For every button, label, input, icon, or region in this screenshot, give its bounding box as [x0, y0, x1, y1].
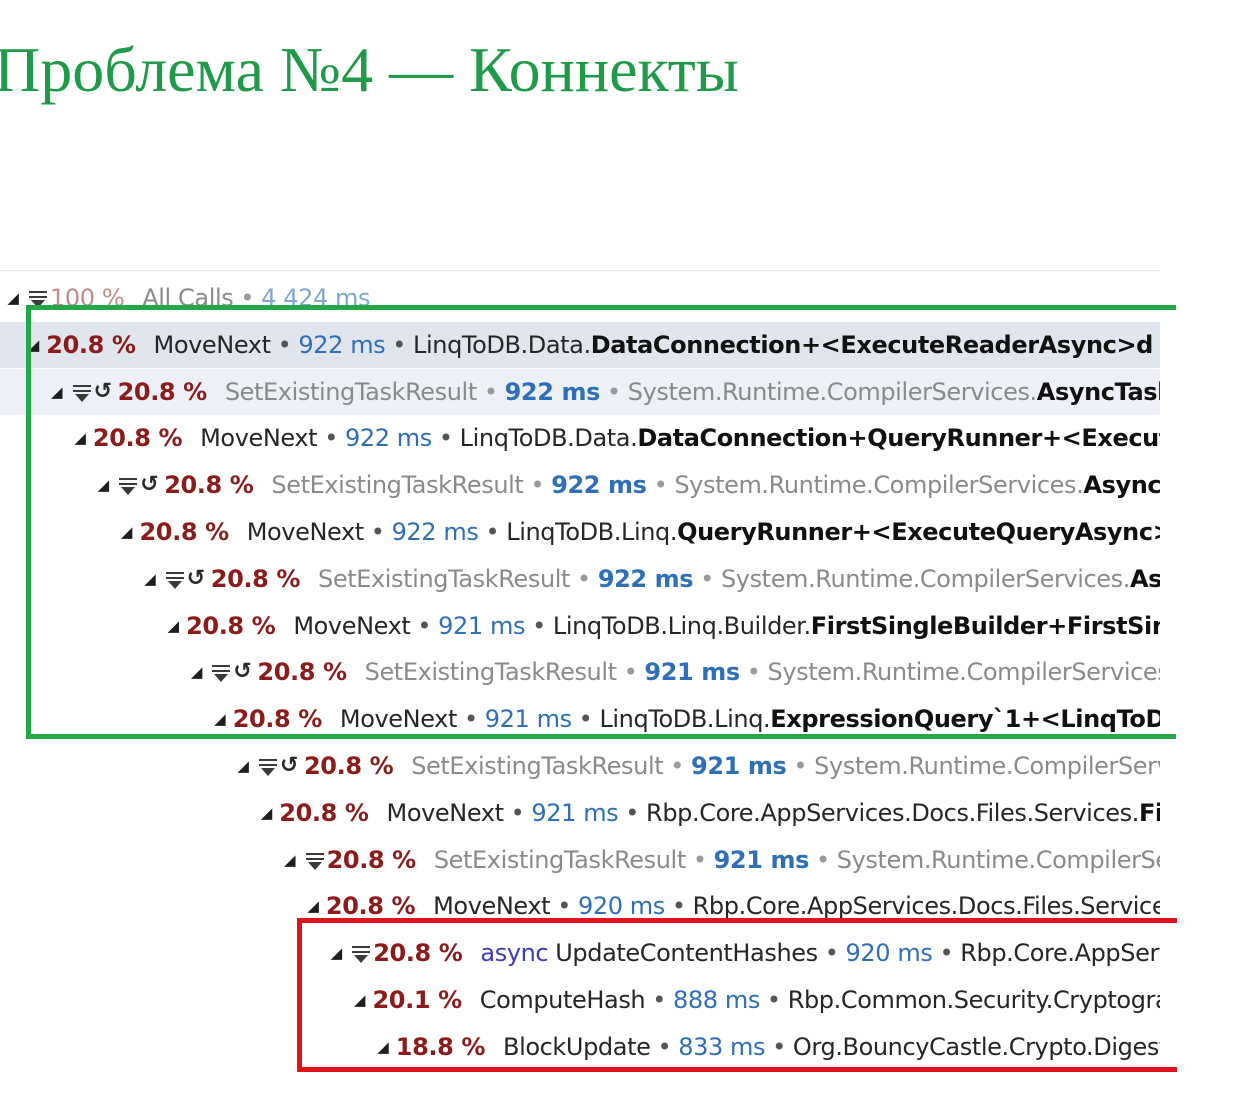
- call-tree-row[interactable]: ◢ ↺ 20.8 % SetExistingTaskResult • 921 ms • Sys…: [0, 743, 1160, 789]
- separator-dot: •: [625, 798, 640, 827]
- separator-dot: •: [793, 752, 808, 780]
- percent-value: 20.8 %: [326, 845, 417, 874]
- expand-toggle-icon[interactable]: ◢: [277, 837, 303, 883]
- expand-toggle-icon[interactable]: ◢: [253, 790, 279, 836]
- method-name: SetExistingTaskResult: [433, 845, 686, 874]
- time-value: 921 ms: [713, 845, 810, 874]
- separator-dot: •: [692, 845, 707, 874]
- percent-value: 20.8 %: [279, 798, 369, 827]
- filter-icon: [303, 837, 327, 883]
- time-value: 921 ms: [531, 798, 619, 827]
- recursion-icon: ↺: [280, 753, 299, 778]
- separator-dot: •: [670, 752, 685, 780]
- separator-dot: •: [510, 798, 525, 827]
- method-name: MoveNext: [386, 798, 504, 827]
- class-name: FileService: [1138, 798, 1160, 827]
- call-tree-row[interactable]: ◢ 20.8 % MoveNext • 921 ms • Rbp.Core.AppServi…: [0, 790, 1160, 836]
- expand-toggle-icon[interactable]: ◢: [0, 275, 26, 321]
- separator-dot: •: [815, 845, 830, 874]
- call-tree-row[interactable]: ◢ 20.8 % SetExistingTaskResult • 921 ms • Syst…: [0, 837, 1160, 883]
- filter-icon: [256, 743, 280, 789]
- slide-title: Проблема №4 — Коннекты: [0, 34, 739, 105]
- percent-value: 20.8 %: [304, 752, 394, 780]
- time-value: 921 ms: [691, 752, 787, 780]
- highlight-box-red: [297, 918, 1177, 1072]
- namespace: System.Runtime.CompilerServices.: [814, 752, 1160, 780]
- expand-toggle-icon[interactable]: ◢: [230, 743, 256, 789]
- namespace: System.Runtime.CompilerServices.: [836, 845, 1160, 874]
- method-name: SetExistingTaskResult: [411, 752, 664, 780]
- namespace: Rbp.Core.AppServices.Docs.Files.Services…: [646, 798, 1139, 827]
- highlight-box-green: [26, 305, 1176, 739]
